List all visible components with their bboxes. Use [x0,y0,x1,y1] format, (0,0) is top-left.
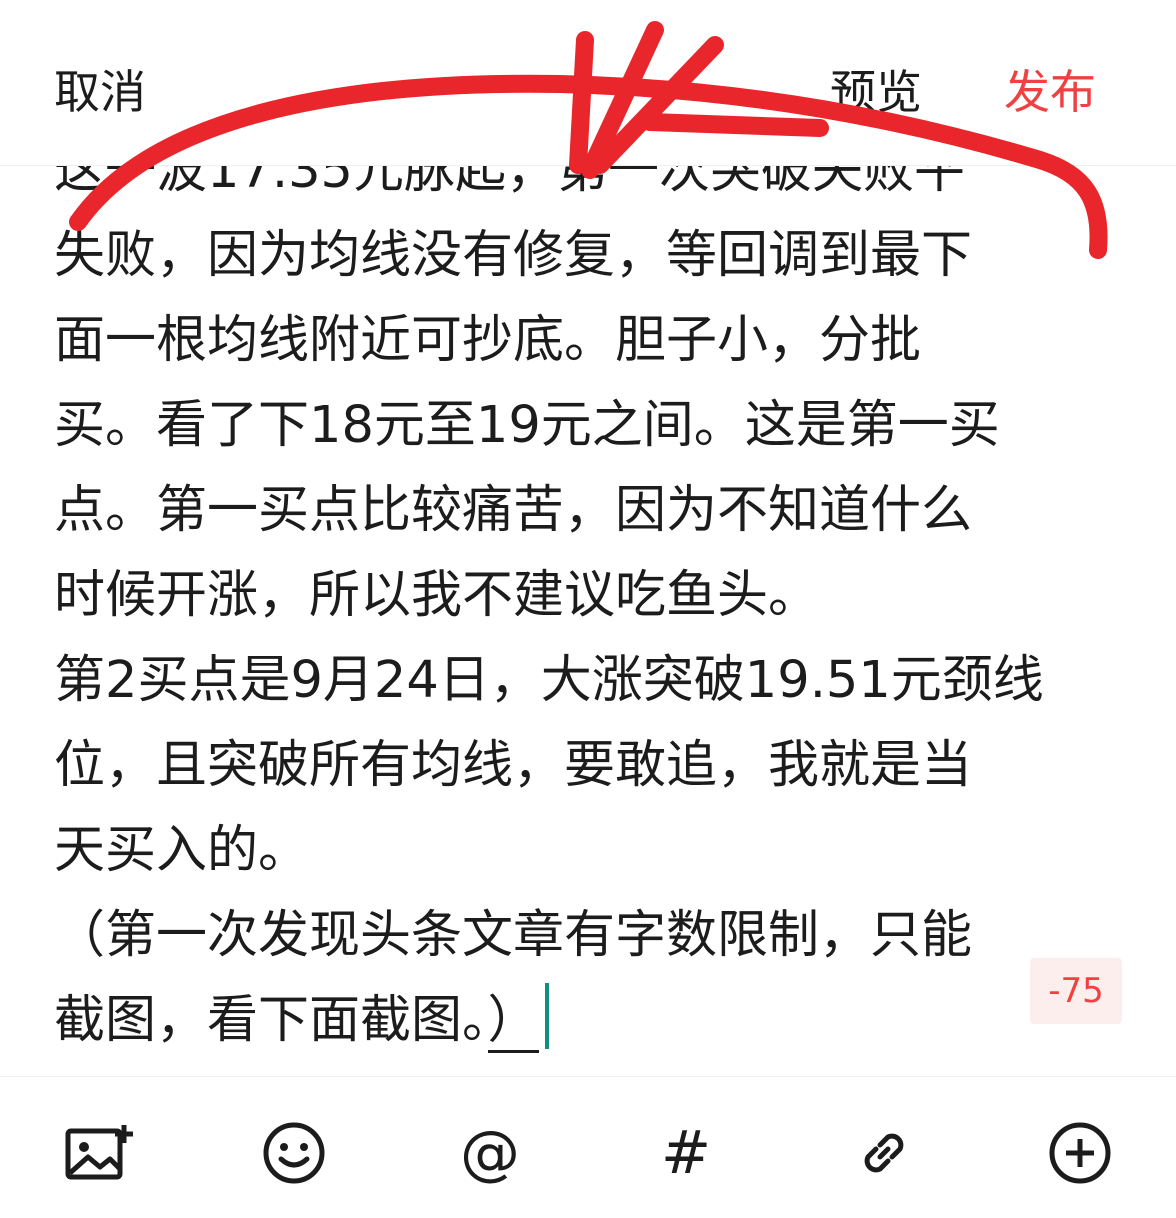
hashtag-icon: # [660,1118,712,1188]
insert-link-button[interactable] [846,1115,922,1191]
text-line: 位，且突破所有均线，要敢追，我就是当 [54,736,973,795]
text-line-content: 截图，看下面截图。 [54,991,488,1050]
top-bar: 取消 预览 发布 [0,0,1176,166]
insert-image-button[interactable] [62,1115,138,1191]
preview-button[interactable]: 预览 [830,62,922,122]
editor-screen: 取消 预览 发布 这一波17.35元脉起，第一次突破失败平 失败，因为均线没有修… [0,0,1176,1218]
text-line: 面一根均线附近可抄底。胆子小，分批 [54,311,922,370]
more-button[interactable] [1042,1115,1118,1191]
text-line: 时候开涨，所以我不建议吃鱼头。 [54,566,820,625]
mention-icon: @ [460,1118,520,1188]
emoji-button[interactable] [256,1115,332,1191]
hashtag-button[interactable]: # [648,1115,724,1191]
plus-icon [1049,1122,1111,1184]
text-caret [544,983,549,1049]
mention-button[interactable]: @ [452,1115,528,1191]
text-line: （第一次发现头条文章有字数限制，只能 [54,906,973,965]
article-editor[interactable]: 这一波17.35元脉起，第一次突破失败平 失败，因为均线没有修复，等回调到最下 … [54,128,1134,1058]
emoji-icon [263,1122,325,1184]
composing-text: ） [487,991,539,1053]
text-line: 天买入的。 [54,821,310,880]
char-limit-counter: -75 [1030,958,1122,1024]
image-icon [65,1125,133,1180]
cancel-button[interactable]: 取消 [54,62,146,122]
text-line-last: 截图，看下面截图。） [54,978,1134,1058]
link-icon [864,1133,904,1173]
text-line: 买。看了下18元至19元之间。这是第一买 [54,396,1000,455]
text-line: 失败，因为均线没有修复，等回调到最下 [54,226,973,285]
bottom-toolbar: @ # [0,1076,1176,1218]
publish-button[interactable]: 发布 [1004,62,1096,122]
text-line: 第2买点是9月24日，大涨突破19.51元颈线 [54,651,1044,710]
text-line: 点。第一买点比较痛苦，因为不知道什么 [54,481,973,540]
